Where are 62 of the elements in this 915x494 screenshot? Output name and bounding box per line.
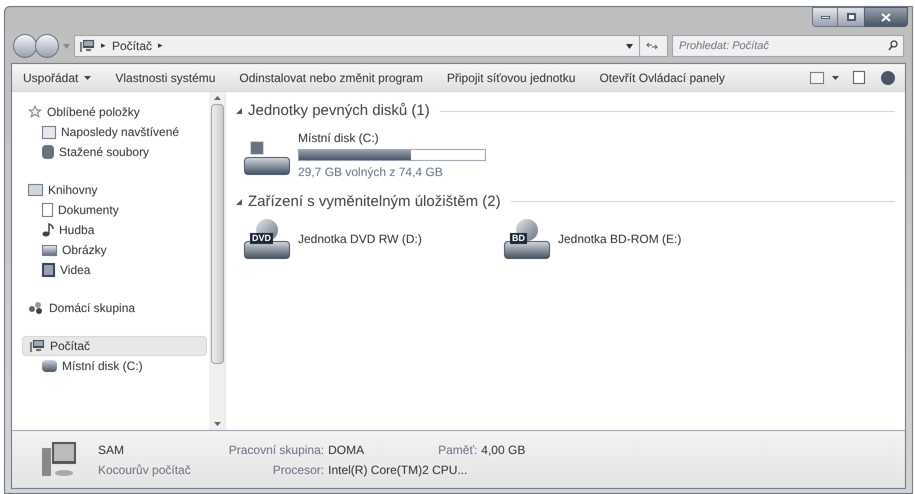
caret-icon xyxy=(63,44,70,48)
search-field[interactable]: Prohledat: Počítač xyxy=(672,35,904,57)
detail-label: Pracovní skupina: xyxy=(228,442,324,458)
toolbar-button[interactable]: Uspořádat xyxy=(14,66,100,90)
toolbar-button[interactable]: Připojit síťovou jednotku xyxy=(438,66,584,90)
star-icon xyxy=(28,105,42,119)
close-button[interactable] xyxy=(864,7,908,27)
nav-item[interactable]: Obrázky xyxy=(22,240,207,260)
collapse-triangle-icon xyxy=(236,108,242,114)
scroll-down-arrow-icon xyxy=(214,422,220,426)
address-bar[interactable]: ▸ Počítač ▸ xyxy=(74,35,668,57)
computer-icon xyxy=(79,39,95,53)
drive-name: Místní disk (C:) xyxy=(298,130,380,146)
drive-tile[interactable]: BD Jednotka BD-ROM (E:) xyxy=(504,219,684,259)
scrollbar[interactable] xyxy=(209,92,225,430)
caret-icon xyxy=(832,76,839,80)
dropdown-caret-icon xyxy=(626,44,633,48)
computer-name: SAM xyxy=(98,442,126,458)
detail-label: Paměť: xyxy=(438,442,478,458)
people-icon xyxy=(28,301,44,315)
group-header[interactable]: Jednotky pevných disků (1) xyxy=(248,100,430,122)
nav-item[interactable]: Dokumenty xyxy=(22,200,207,220)
search-icon xyxy=(888,40,898,51)
detail-value: Intel(R) Core(TM)2 CPU... xyxy=(328,462,468,478)
scroll-up-arrow-icon xyxy=(214,96,220,100)
nav-item[interactable]: Knihovny xyxy=(22,180,207,200)
nav-item[interactable]: Naposledy navštívené xyxy=(22,122,207,142)
computer-description: Kocourův počítač xyxy=(98,462,192,478)
breadcrumb-separator: ▸ xyxy=(101,39,106,52)
maximize-button[interactable] xyxy=(838,7,864,27)
nav-item[interactable]: Oblíbené položky xyxy=(22,102,207,122)
minimize-button[interactable] xyxy=(812,7,838,27)
refresh-arrows-icon xyxy=(646,41,658,51)
drive-tile[interactable]: Místní disk (C:) 29,7 GB volných z 74,4 GB xyxy=(244,128,486,180)
close-icon xyxy=(881,12,891,22)
drive-name: Jednotka BD-ROM (E:) xyxy=(558,231,682,248)
toolbar-button[interactable]: Otevřít Ovládací panely xyxy=(590,66,734,90)
detail-label: Procesor: xyxy=(272,462,324,478)
collapse-triangle-icon xyxy=(236,198,242,205)
nav-item[interactable]: Stažené soubory xyxy=(22,142,207,162)
computer-icon xyxy=(29,339,45,353)
nav-item[interactable]: Domácí skupina xyxy=(22,298,207,318)
toolbar-button[interactable]: Vlastnosti systému xyxy=(106,66,224,90)
detail-value: 4,00 GB xyxy=(481,442,526,458)
nav-item[interactable]: Videa xyxy=(22,260,207,280)
nav-item[interactable]: Počítač xyxy=(22,336,207,356)
music-note-icon xyxy=(42,223,54,237)
nav-item[interactable]: Místní disk (C:) xyxy=(22,356,207,376)
toolbar-button[interactable]: Odinstalovat nebo změnit program xyxy=(230,66,432,90)
forward-button[interactable] xyxy=(35,34,59,58)
back-button[interactable] xyxy=(13,34,37,58)
film-icon xyxy=(42,263,55,277)
drive-name: Jednotka DVD RW (D:) xyxy=(298,231,422,248)
drive-tile[interactable]: DVD Jednotka DVD RW (D:) xyxy=(244,219,424,259)
breadcrumb-separator: ▸ xyxy=(158,39,164,52)
document-icon xyxy=(42,203,53,217)
detail-value: DOMA xyxy=(328,442,366,458)
picture-icon xyxy=(42,244,57,256)
breadcrumb[interactable]: Počítač xyxy=(112,37,152,55)
group-header[interactable]: Zařízení s vyměnitelným úložištěm (2) xyxy=(248,190,501,213)
nav-item[interactable]: Hudba xyxy=(22,220,207,240)
free-space-text: 29,7 GB volných z 74,4 GB xyxy=(298,164,444,180)
